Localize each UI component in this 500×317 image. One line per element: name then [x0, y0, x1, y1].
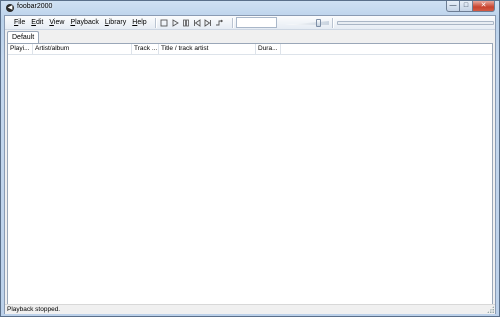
stop-icon[interactable] — [159, 18, 169, 28]
minimize-button[interactable]: — — [446, 1, 460, 12]
window-controls: — □ ✕ — [446, 1, 495, 12]
toolbar-input[interactable] — [236, 17, 277, 28]
volume-thumb[interactable] — [316, 19, 321, 27]
client-area: File Edit View Playback Library Help Def… — [4, 15, 496, 314]
column-header-playing[interactable]: Playi... — [8, 44, 33, 55]
menu-bar: File Edit View Playback Library Help — [11, 18, 150, 28]
playlist-tabs: Default — [5, 30, 495, 44]
status-text: Playback stopped. — [7, 306, 61, 313]
playlist-header: Playi... Artist/album Track ... Title / … — [8, 44, 492, 55]
playlist-view[interactable]: Playi... Artist/album Track ... Title / … — [7, 43, 493, 305]
column-header-track[interactable]: Track ... — [132, 44, 159, 55]
menu-toolbar-row: File Edit View Playback Library Help — [5, 16, 495, 30]
status-bar: Playback stopped. — [5, 304, 495, 314]
resize-grip-icon[interactable] — [487, 306, 494, 313]
menu-file[interactable]: File — [11, 18, 28, 28]
volume-track — [285, 21, 329, 25]
seekbar[interactable] — [337, 21, 494, 25]
random-icon[interactable] — [214, 18, 224, 28]
column-header-duration[interactable]: Dura... — [256, 44, 281, 55]
menu-view[interactable]: View — [46, 18, 67, 28]
transport-controls — [159, 18, 224, 28]
window-title: foobar2000 — [17, 3, 53, 10]
pause-icon[interactable] — [181, 18, 191, 28]
play-icon[interactable] — [170, 18, 180, 28]
close-button[interactable]: ✕ — [473, 1, 495, 12]
next-icon[interactable] — [203, 18, 213, 28]
menu-playback[interactable]: Playback — [67, 18, 101, 28]
column-header-title-artist[interactable]: Title / track artist — [159, 44, 256, 55]
toolbar-separator — [332, 18, 334, 28]
previous-icon[interactable] — [192, 18, 202, 28]
foobar-logo-icon[interactable]: ◀ — [6, 4, 14, 12]
menu-help[interactable]: Help — [129, 18, 149, 28]
column-header-artist-album[interactable]: Artist/album — [33, 44, 132, 55]
toolbar-separator — [155, 18, 157, 28]
app-window: ◀ foobar2000 — □ ✕ File Edit View Playba… — [0, 0, 500, 317]
menu-library[interactable]: Library — [102, 18, 129, 28]
toolbar-separator — [232, 18, 234, 28]
menu-edit[interactable]: Edit — [28, 18, 46, 28]
title-bar[interactable]: ◀ foobar2000 — □ ✕ — [1, 1, 499, 15]
volume-slider[interactable] — [285, 19, 329, 27]
maximize-button[interactable]: □ — [460, 1, 473, 12]
